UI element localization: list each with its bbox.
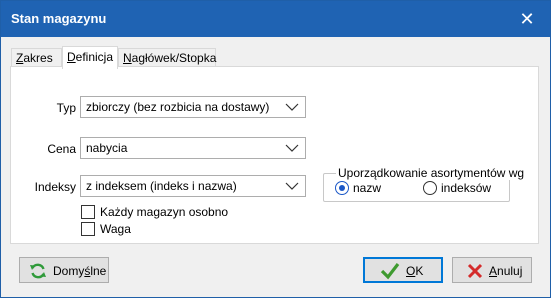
chevron-down-icon	[285, 144, 299, 152]
chevron-down-icon	[285, 182, 299, 190]
radio-nazw[interactable]	[335, 181, 349, 195]
chevron-down-icon	[285, 103, 299, 111]
defaults-button-label: Domyślne	[53, 264, 107, 278]
cena-dropdown[interactable]: nabycia	[80, 137, 306, 159]
tab-naglowek-stopka[interactable]: Nagłówek/Stopka	[118, 48, 216, 68]
radio-indeksow-label[interactable]: indeksów	[441, 181, 491, 195]
defaults-button[interactable]: Domyślne	[19, 257, 109, 283]
tab-label: Nagłówek/Stopka	[123, 51, 217, 65]
cross-icon	[467, 263, 483, 279]
cancel-button-label: Anuluj	[489, 264, 523, 278]
tab-zakres[interactable]: Zakres	[11, 48, 62, 68]
kazdy-magazyn-checkbox[interactable]	[81, 205, 95, 219]
typ-value: zbiorczy (bez rozbicia na dostawy)	[86, 100, 270, 114]
indeksy-dropdown[interactable]: z indeksem (indeks i nazwa)	[80, 175, 306, 197]
typ-label: Typ	[56, 101, 76, 115]
tab-definicja[interactable]: Definicja	[62, 46, 118, 69]
waga-checkbox[interactable]	[81, 222, 95, 236]
radio-nazw-label[interactable]: nazw	[353, 181, 381, 195]
window-title: Stan magazynu	[11, 11, 107, 26]
ok-button[interactable]: OK	[363, 257, 443, 283]
typ-dropdown[interactable]: zbiorczy (bez rozbicia na dostawy)	[80, 96, 306, 118]
cena-label: Cena	[47, 142, 76, 156]
sort-group-title: Uporządkowanie asortymentów wg	[336, 166, 527, 180]
refresh-icon	[30, 263, 46, 279]
waga-label[interactable]: Waga	[100, 222, 131, 236]
tab-label: Definicja	[67, 50, 114, 64]
indeksy-label: Indeksy	[34, 180, 76, 194]
indeksy-value: z indeksem (indeks i nazwa)	[86, 179, 237, 193]
ok-button-label: OK	[406, 264, 424, 278]
radio-indeksow[interactable]	[423, 181, 437, 195]
tab-label: Zakres	[16, 51, 53, 65]
cancel-button[interactable]: Anuluj	[452, 257, 532, 283]
title-bar: Stan magazynu ✕	[1, 1, 550, 37]
close-icon[interactable]: ✕	[504, 1, 550, 37]
checkmark-icon	[380, 263, 400, 280]
cena-value: nabycia	[86, 141, 128, 155]
kazdy-magazyn-label[interactable]: Każdy magazyn osobno	[100, 205, 228, 219]
